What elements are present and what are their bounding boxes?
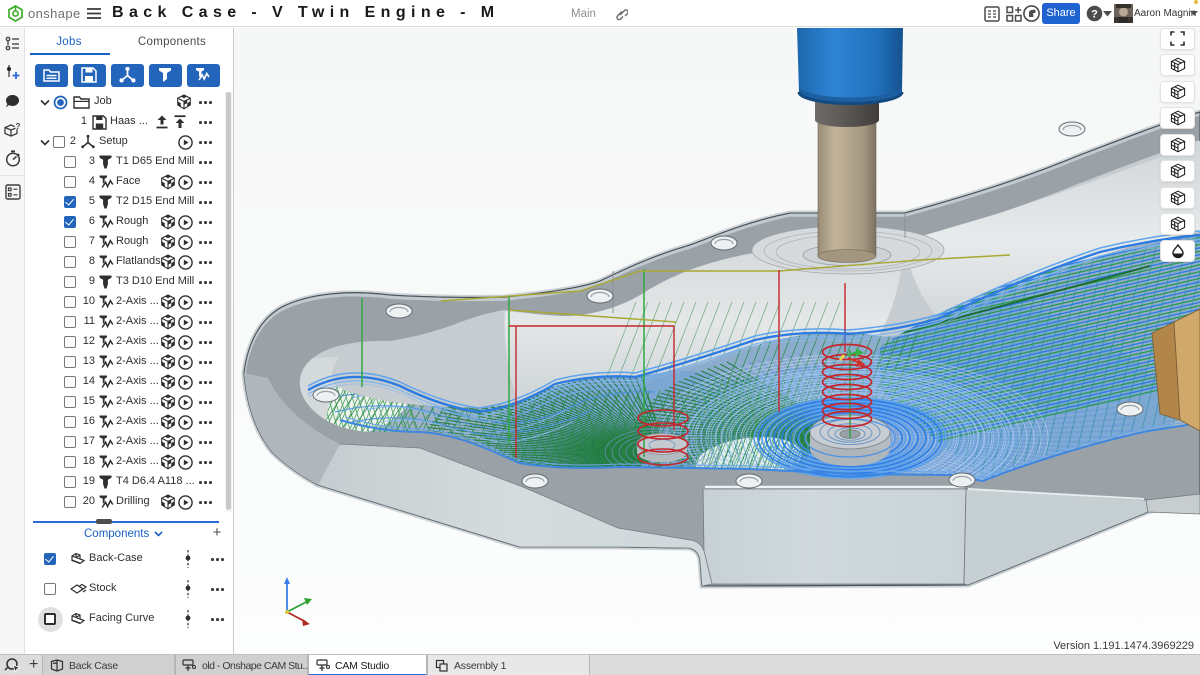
svg-text:?: ? [16, 122, 21, 131]
svg-text:?: ? [1091, 8, 1098, 20]
